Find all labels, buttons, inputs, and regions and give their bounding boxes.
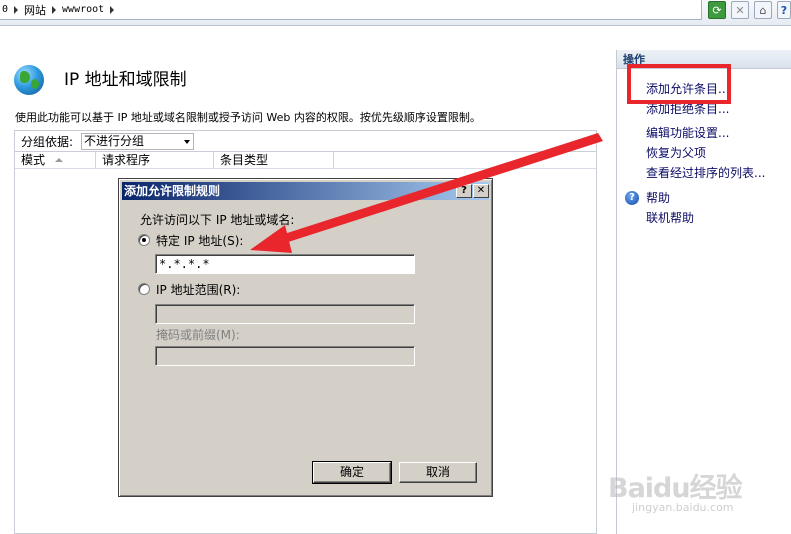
online-help-link[interactable]: 联机帮助 xyxy=(646,209,694,226)
chevron-right-icon xyxy=(52,5,57,14)
chevron-right-icon xyxy=(110,5,115,14)
group-by-value: 不进行分组 xyxy=(84,134,145,148)
ok-button[interactable]: 确定 xyxy=(312,461,392,484)
page-title: IP 地址和域限制 xyxy=(64,70,187,90)
help-icon[interactable]: ? xyxy=(456,184,472,198)
add-allow-rule-dialog: 添加允许限制规则 ? ✕ 允许访问以下 IP 地址或域名: 特定 IP 地址(S… xyxy=(118,178,493,497)
stop-icon[interactable]: ✕ xyxy=(731,1,749,19)
breadcrumb[interactable]: 0 网站 wwwroot xyxy=(0,0,702,20)
chevron-right-icon xyxy=(14,5,19,14)
cancel-button[interactable]: 取消 xyxy=(399,462,477,483)
group-by-label: 分组依据: xyxy=(21,134,74,149)
specific-ip-input[interactable]: *.*.*.* xyxy=(155,254,415,274)
specific-ip-label[interactable]: 特定 IP 地址(S): xyxy=(156,232,243,249)
home-icon[interactable]: ⌂ xyxy=(754,1,772,19)
watermark-url: jingyan.baidu.com xyxy=(632,501,734,514)
annotation-highlight-box xyxy=(627,64,731,104)
dialog-title: 添加允许限制规则 xyxy=(124,184,221,198)
mask-label: 掩码或前缀(M): xyxy=(156,328,240,342)
page-description: 使用此功能可以基于 IP 地址或域名限制或授予访问 Web 内容的权限。按优先级… xyxy=(15,111,481,124)
dialog-prompt: 允许访问以下 IP 地址或域名: xyxy=(140,213,295,227)
group-by-bar: 分组依据: 不进行分组 xyxy=(14,130,597,152)
ip-range-input xyxy=(155,304,415,324)
ip-range-radio[interactable] xyxy=(138,283,150,295)
watermark: Baidu经验 jingyan.baidu.com xyxy=(608,458,791,534)
chevron-down-icon xyxy=(184,140,190,144)
refresh-icon[interactable]: ⟳ xyxy=(708,1,726,19)
column-header-entry-type[interactable]: 条目类型 xyxy=(214,152,334,169)
address-bar: 0 网站 wwwroot ⟳ ✕ ⌂ ? xyxy=(0,0,791,26)
close-icon[interactable]: ✕ xyxy=(473,184,489,198)
ip-range-label[interactable]: IP 地址范围(R): xyxy=(156,281,240,298)
group-by-select[interactable]: 不进行分组 xyxy=(81,133,194,150)
globe-icon xyxy=(14,65,44,95)
watermark-logo: Baidu经验 xyxy=(608,473,743,504)
breadcrumb-item-wwwroot[interactable]: wwwroot xyxy=(62,4,104,15)
view-ordered-list-link[interactable]: 查看经过排序的列表... xyxy=(646,164,765,181)
help-icon: ? xyxy=(625,191,639,205)
edit-feature-settings-link[interactable]: 编辑功能设置... xyxy=(646,124,729,141)
help-icon[interactable]: ? xyxy=(777,1,791,19)
sort-ascending-icon xyxy=(55,158,63,162)
specific-ip-radio[interactable] xyxy=(138,234,150,246)
column-header-mode[interactable]: 模式 xyxy=(15,152,96,169)
list-header: 模式 请求程序 条目类型 xyxy=(15,152,596,169)
mask-input xyxy=(155,346,415,366)
help-link[interactable]: 帮助 xyxy=(646,189,670,206)
column-header-requestor[interactable]: 请求程序 xyxy=(96,152,214,169)
breadcrumb-item[interactable]: 0 xyxy=(2,4,8,15)
revert-to-parent-link[interactable]: 恢复为父项 xyxy=(646,144,706,161)
dialog-titlebar[interactable]: 添加允许限制规则 ? ✕ xyxy=(122,182,489,200)
breadcrumb-item-sites[interactable]: 网站 xyxy=(24,2,46,18)
